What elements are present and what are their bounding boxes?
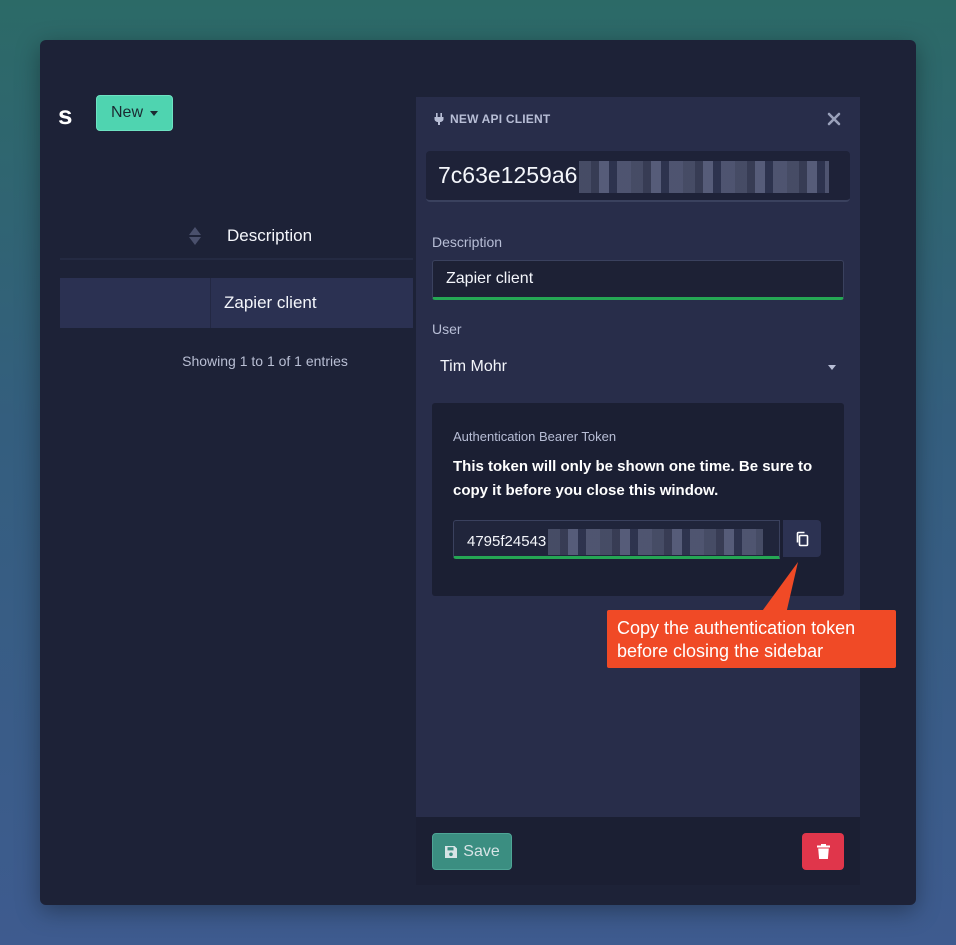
annotation-line-2: before closing the sidebar — [617, 641, 824, 661]
floppy-disk-icon — [445, 845, 458, 858]
token-panel: Authentication Bearer Token This token w… — [432, 403, 844, 596]
table-header-row: Description — [60, 210, 413, 260]
sidebar-footer: Save — [416, 817, 860, 885]
trash-icon — [816, 844, 830, 859]
new-button-label: New — [110, 104, 143, 121]
client-id-field: 7c63e1259a6 — [426, 151, 850, 202]
redacted-pixelation — [548, 529, 764, 555]
plug-icon — [434, 113, 444, 125]
user-select-value: Tim Mohr — [440, 358, 507, 375]
table-row[interactable]: Zapier client — [60, 278, 413, 328]
chevron-down-icon — [828, 364, 836, 370]
row-description: Zapier client — [224, 293, 317, 312]
description-label: Description — [432, 234, 503, 250]
user-select[interactable]: Tim Mohr — [432, 349, 844, 385]
delete-button[interactable] — [802, 833, 844, 870]
sort-icon[interactable] — [188, 226, 202, 246]
client-id-value: 7c63e1259a6 — [438, 162, 578, 189]
new-button[interactable]: New — [96, 95, 173, 131]
table-info: Showing 1 to 1 of 1 entries — [182, 353, 348, 369]
redacted-pixelation — [579, 161, 830, 193]
cell-divider — [210, 278, 211, 328]
app-window: s New Description Zapier client Showing … — [40, 40, 916, 905]
copy-icon — [796, 531, 809, 546]
close-icon[interactable] — [826, 111, 842, 127]
save-button[interactable]: Save — [432, 833, 512, 870]
token-value: 4795f24543 — [467, 532, 547, 550]
caret-down-icon — [150, 110, 158, 116]
annotation-callout: Copy the authentication token before clo… — [607, 610, 896, 668]
user-label: User — [432, 321, 462, 337]
token-field[interactable]: 4795f24543 — [453, 520, 780, 559]
sidebar-header: NEW API CLIENT — [434, 111, 550, 127]
page-title: s — [58, 100, 73, 130]
description-input[interactable] — [432, 260, 844, 300]
annotation-line-1: Copy the authentication token — [617, 618, 856, 638]
token-label: Authentication Bearer Token — [453, 429, 617, 444]
column-header-description[interactable]: Description — [227, 226, 312, 246]
sidebar-title: NEW API CLIENT — [450, 112, 551, 126]
api-client-sidebar: NEW API CLIENT 7c63e1259a6 Description U… — [416, 97, 860, 885]
copy-button[interactable] — [783, 520, 821, 557]
token-warning: This token will only be shown one time. … — [453, 458, 813, 499]
save-button-label: Save — [463, 842, 500, 860]
